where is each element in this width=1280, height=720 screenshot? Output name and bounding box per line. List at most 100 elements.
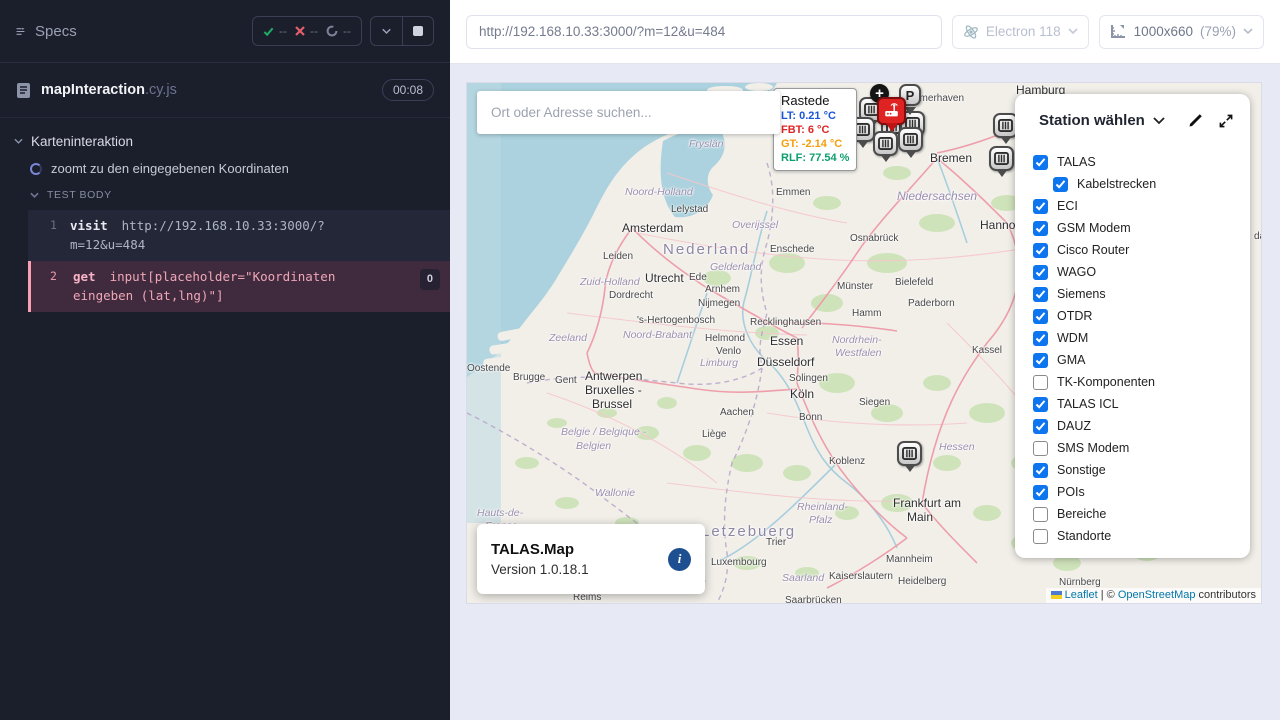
station-checkbox-label: Bereiche [1057, 507, 1106, 521]
station-checkbox-list: TALAS Kabelstrecken ECI GSM Modem Cisco Rout… [1015, 135, 1250, 547]
marker-cabinet[interactable] [989, 146, 1014, 171]
command-count-badge: 0 [420, 269, 440, 290]
command-name: visit [70, 218, 108, 233]
station-checkbox-row[interactable]: Standorte [1033, 525, 1250, 547]
test-tree: Karteninteraktion zoomt zu den eingegebe… [0, 118, 450, 312]
command-name: get [73, 269, 96, 284]
station-checkbox-label: OTDR [1057, 309, 1092, 323]
checkbox-checked-icon[interactable] [1033, 463, 1048, 478]
station-checkbox-row[interactable]: TALAS ICL [1033, 393, 1250, 415]
station-checkbox-row[interactable]: WAGO [1033, 261, 1250, 283]
viewport-select[interactable]: 1000x660 (79%) [1099, 15, 1264, 49]
specs-menu-icon[interactable] [16, 27, 25, 36]
url-bar[interactable]: http://192.168.10.33:3000/?m=12&u=484 [466, 15, 942, 49]
station-panel-header: Station wählen [1015, 94, 1250, 135]
checkbox-unchecked-icon[interactable] [1033, 375, 1048, 390]
leaflet-map[interactable]: HamburgBremerhavenBremenNiedersachsenHan… [466, 82, 1262, 604]
tooltip-title: Rastede [781, 93, 849, 108]
station-checkbox-label: WAGO [1057, 265, 1096, 279]
tooltip-values: LT: 0.21 °CFBT: 6 °CGT: -2.14 °CRLF: 77.… [781, 109, 849, 165]
expand-icon[interactable] [1218, 113, 1234, 129]
checkbox-unchecked-icon[interactable] [1033, 441, 1048, 456]
aut-area: http://192.168.10.33:3000/?m=12&u=484 El… [450, 0, 1280, 720]
station-checkbox-row[interactable]: SMS Modem [1033, 437, 1250, 459]
station-checkbox-row[interactable]: Kabelstrecken [1033, 173, 1250, 195]
station-checkbox-row[interactable]: WDM [1033, 327, 1250, 349]
station-panel-title[interactable]: Station wählen [1039, 112, 1145, 129]
checkbox-checked-icon[interactable] [1053, 177, 1068, 192]
aut-viewport: HamburgBremerhavenBremenNiedersachsenHan… [450, 64, 1280, 720]
station-checkbox-row[interactable]: Bereiche [1033, 503, 1250, 525]
station-checkbox-label: GMA [1057, 353, 1085, 367]
tooltip-line: FBT: 6 °C [781, 123, 849, 137]
checkbox-checked-icon[interactable] [1033, 155, 1048, 170]
chevron-down-icon[interactable] [1153, 117, 1165, 125]
tooltip-line: LT: 0.21 °C [781, 109, 849, 123]
command-log: 1 visithttp://192.168.10.33:3000/?m=12&u… [28, 210, 450, 312]
stat-passed: -- [263, 24, 287, 38]
check-icon [263, 26, 274, 37]
command-row-get[interactable]: 2 getinput[placeholder="Koordinaten eing… [28, 261, 450, 312]
station-checkbox-label: Sonstige [1057, 463, 1106, 477]
x-icon [295, 26, 305, 36]
test-row[interactable]: zoomt zu den eingegebenen Koordinaten [0, 155, 450, 182]
station-checkbox-label: TALAS [1057, 155, 1096, 169]
checkbox-checked-icon[interactable] [1033, 199, 1048, 214]
checkbox-unchecked-icon[interactable] [1033, 507, 1048, 522]
marker-cabinet[interactable] [897, 441, 922, 466]
chevron-down-icon [30, 191, 39, 200]
test-body-section[interactable]: TEST BODY [0, 182, 450, 208]
spec-file-row[interactable]: mapInteraction.cy.js 00:08 [0, 63, 450, 118]
station-tooltip: Rastede LT: 0.21 °CFBT: 6 °CGT: -2.14 °C… [773, 88, 857, 171]
run-stats: -- -- -- [252, 16, 362, 46]
command-row-visit[interactable]: 1 visithttp://192.168.10.33:3000/?m=12&u… [28, 210, 450, 261]
station-panel: Station wählen TALAS Kabelstrecken ECI GSM … [1015, 94, 1250, 558]
collapse-all-button[interactable] [371, 17, 402, 45]
viewport-zoom: (79%) [1200, 24, 1236, 39]
marker-cabinet[interactable] [898, 127, 923, 152]
station-checkbox-row[interactable]: OTDR [1033, 305, 1250, 327]
checkbox-checked-icon[interactable] [1033, 331, 1048, 346]
edit-pencil-icon[interactable] [1187, 112, 1204, 129]
station-checkbox-row[interactable]: ECI [1033, 195, 1250, 217]
map-search-box[interactable] [477, 91, 780, 134]
station-checkbox-label: TALAS ICL [1057, 397, 1119, 411]
checkbox-checked-icon[interactable] [1033, 419, 1048, 434]
station-checkbox-row[interactable]: Cisco Router [1033, 239, 1250, 261]
station-checkbox-row[interactable]: POIs [1033, 481, 1250, 503]
station-checkbox-row[interactable]: GSM Modem [1033, 217, 1250, 239]
checkbox-checked-icon[interactable] [1033, 243, 1048, 258]
station-checkbox-label: GSM Modem [1057, 221, 1131, 235]
spec-duration-badge: 00:08 [382, 79, 434, 101]
info-icon[interactable]: i [668, 548, 691, 571]
suite-row[interactable]: Karteninteraktion [0, 128, 450, 155]
electron-icon [963, 24, 979, 40]
leaflet-link[interactable]: Leaflet [1065, 589, 1098, 601]
checkbox-checked-icon[interactable] [1033, 221, 1048, 236]
osm-link[interactable]: OpenStreetMap [1118, 589, 1196, 601]
map-attribution: Leaflet | © OpenStreetMap contributors [1046, 588, 1261, 603]
checkbox-checked-icon[interactable] [1033, 309, 1048, 324]
station-checkbox-row[interactable]: TALAS [1033, 151, 1250, 173]
browser-select[interactable]: Electron 118 [952, 15, 1089, 49]
marker-router-selected[interactable] [877, 97, 906, 125]
station-checkbox-row[interactable]: Sonstige [1033, 459, 1250, 481]
stat-pending: -- [326, 24, 351, 38]
stop-run-button[interactable] [402, 17, 433, 45]
checkbox-checked-icon[interactable] [1033, 485, 1048, 500]
checkbox-checked-icon[interactable] [1033, 265, 1048, 280]
search-input[interactable] [477, 105, 780, 120]
checkbox-checked-icon[interactable] [1033, 353, 1048, 368]
test-running-icon [30, 163, 42, 175]
station-checkbox-label: ECI [1057, 199, 1078, 213]
station-checkbox-row[interactable]: TK-Komponenten [1033, 371, 1250, 393]
checkbox-checked-icon[interactable] [1033, 287, 1048, 302]
stop-icon [413, 26, 423, 36]
station-checkbox-row[interactable]: GMA [1033, 349, 1250, 371]
station-checkbox-row[interactable]: DAUZ [1033, 415, 1250, 437]
checkbox-unchecked-icon[interactable] [1033, 529, 1048, 544]
tooltip-line: RLF: 77.54 % [781, 151, 849, 165]
station-checkbox-label: Kabelstrecken [1077, 177, 1156, 191]
checkbox-checked-icon[interactable] [1033, 397, 1048, 412]
station-checkbox-row[interactable]: Siemens [1033, 283, 1250, 305]
